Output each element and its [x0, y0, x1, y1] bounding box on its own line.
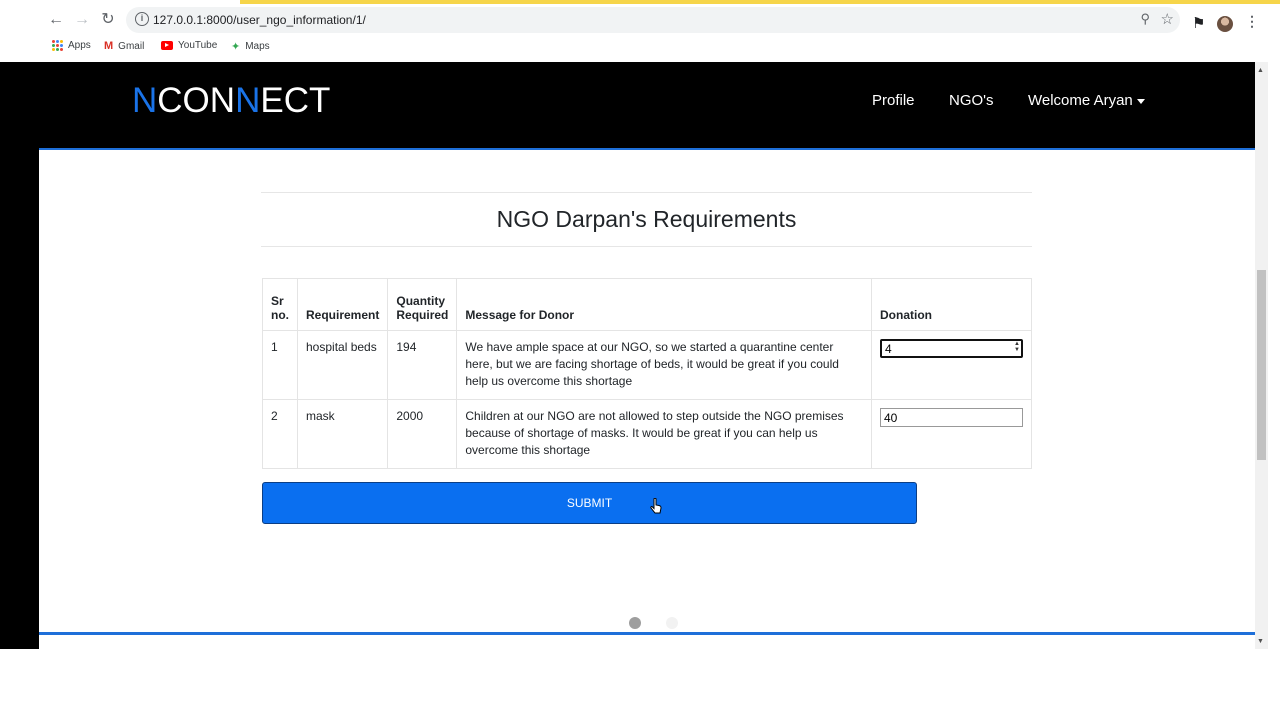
bookmark-gmail[interactable]: M Gmail: [104, 40, 144, 52]
submit-button[interactable]: SUBMIT: [262, 482, 917, 524]
table-row: 1 hospital beds 194 We have ample space …: [262, 330, 1032, 400]
bookmark-youtube[interactable]: YouTube: [161, 40, 217, 51]
header-quantity: Quantity Required: [387, 278, 458, 331]
carousel-dot-active[interactable]: [629, 617, 641, 629]
nav-profile-link[interactable]: Profile: [872, 92, 915, 109]
header-donation: Donation: [871, 278, 1032, 331]
table-header-row: Sr no. Requirement Quantity Required Mes…: [262, 278, 1032, 331]
brand-letter-n2: N: [235, 81, 261, 120]
bookmark-maps[interactable]: ✦ Maps: [231, 40, 270, 53]
nav-welcome-label: Welcome Aryan: [1028, 92, 1133, 109]
divider-top: [261, 192, 1032, 193]
extensions-puzzle-icon[interactable]: ⚑: [1192, 14, 1205, 32]
reload-icon[interactable]: ↻: [98, 10, 118, 30]
back-arrow-icon[interactable]: ←: [46, 10, 66, 30]
scrollbar-thumb[interactable]: [1257, 270, 1266, 460]
browser-toolbar: ← → ↻ i 127.0.0.1:8000/user_ngo_informat…: [0, 4, 1280, 36]
bookmark-apps-label: Apps: [68, 40, 91, 51]
donation-input-mask[interactable]: [880, 408, 1023, 427]
bookmark-maps-label: Maps: [245, 41, 270, 52]
footer-blue-line: [39, 632, 1255, 635]
cell-quantity: 2000: [387, 399, 458, 469]
brand-logo[interactable]: NCONNECT: [132, 81, 330, 121]
cell-requirement: hospital beds: [296, 330, 389, 400]
bookmark-star-icon[interactable]: ☆: [1161, 10, 1174, 28]
gmail-icon: M: [104, 40, 114, 52]
caret-down-icon: [1136, 98, 1145, 104]
cell-donation: ▲▼: [871, 330, 1032, 400]
cell-message: We have ample space at our NGO, so we st…: [456, 330, 872, 400]
cell-requirement: mask: [296, 399, 389, 469]
cell-donation: [871, 399, 1032, 469]
maps-pin-icon: ✦: [231, 41, 241, 53]
cell-sr: 1: [262, 330, 298, 400]
zoom-icon[interactable]: ⚲: [1140, 11, 1150, 27]
youtube-icon: [161, 41, 173, 50]
brand-text-con: CON: [157, 81, 236, 120]
header-sr-no: Sr no.: [262, 278, 298, 331]
left-dark-strip: [0, 62, 39, 649]
scroll-down-arrow-icon[interactable]: ▼: [1257, 638, 1264, 645]
site-navbar: NCONNECT Profile NGO's Welcome Aryan: [39, 62, 1255, 148]
forward-arrow-icon[interactable]: →: [72, 10, 92, 30]
more-options-icon[interactable]: ⋮: [1245, 13, 1259, 30]
header-message: Message for Donor: [456, 278, 872, 331]
table-row: 2 mask 2000 Children at our NGO are not …: [262, 399, 1032, 469]
divider-bottom: [261, 246, 1032, 247]
requirements-table: Sr no. Requirement Quantity Required Mes…: [262, 278, 1032, 469]
page-title: NGO Darpan's Requirements: [496, 206, 797, 232]
cell-sr: 2: [262, 399, 298, 469]
carousel-indicators: [629, 617, 689, 629]
brand-letter-n1: N: [132, 81, 158, 120]
cell-quantity: 194: [387, 330, 458, 400]
number-spinner-icon[interactable]: ▲ ▼: [1014, 341, 1020, 353]
carousel-dot[interactable]: [666, 617, 678, 629]
nav-user-dropdown[interactable]: Welcome Aryan: [1028, 92, 1145, 109]
mouse-pointer-icon: [650, 498, 662, 514]
scroll-up-arrow-icon[interactable]: ▲: [1257, 67, 1264, 74]
bookmark-gmail-label: Gmail: [118, 40, 145, 52]
bookmark-youtube-label: YouTube: [178, 40, 218, 51]
donation-input-hospital-beds[interactable]: [880, 339, 1023, 358]
site-info-icon[interactable]: i: [135, 12, 149, 26]
address-bar[interactable]: i 127.0.0.1:8000/user_ngo_information/1/…: [126, 7, 1180, 33]
brand-text-ect: ECT: [260, 81, 331, 120]
donation-input-wrapper: ▲▼: [880, 339, 1023, 358]
bookmark-apps[interactable]: Apps: [52, 40, 91, 51]
main-content: NGO Darpan's Requirements Sr no. Require…: [39, 150, 1255, 632]
apps-grid-icon: [52, 40, 63, 51]
bookmarks-bar: Apps M Gmail YouTube ✦ Maps: [0, 36, 1280, 58]
header-requirement: Requirement: [296, 278, 389, 331]
nav-ngos-link[interactable]: NGO's: [949, 92, 994, 109]
profile-avatar[interactable]: [1217, 16, 1233, 32]
address-url[interactable]: 127.0.0.1:8000/user_ngo_information/1/: [153, 13, 366, 27]
cell-message: Children at our NGO are not allowed to s…: [456, 399, 872, 469]
